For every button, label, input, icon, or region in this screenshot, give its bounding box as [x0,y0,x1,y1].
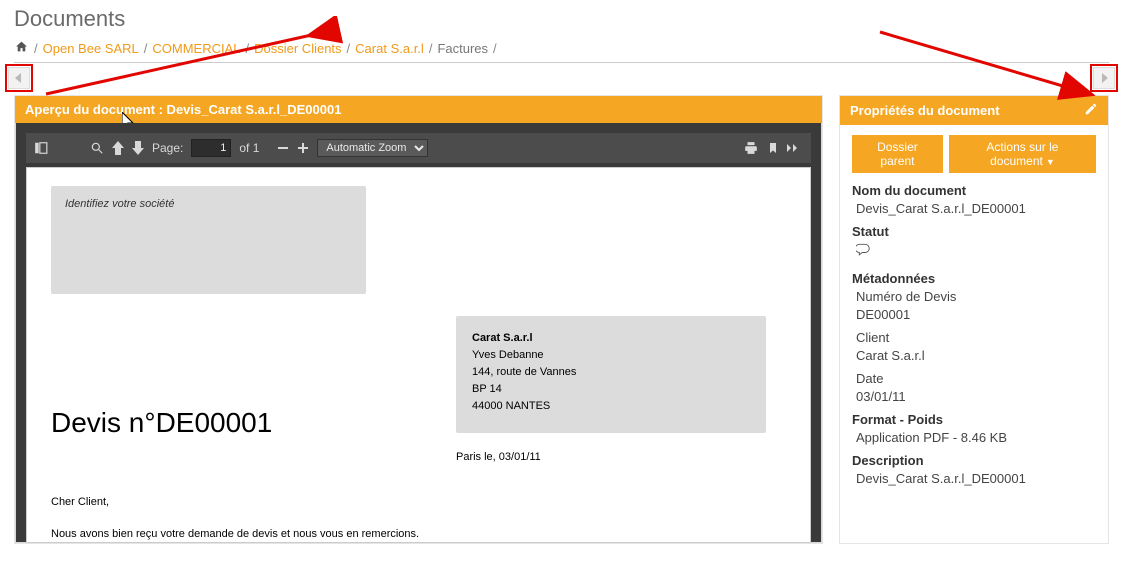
prop-label-sub: Numéro de Devis [856,289,1096,304]
page-down-icon[interactable] [132,141,144,155]
prop-value-format: Application PDF - 8.46 KB [856,430,1096,445]
prev-document-button[interactable] [8,67,30,89]
pdf-toolbar: Page: of 1 Automatic Zoom [26,133,811,163]
doc-ident-box: Identifiez votre société [51,186,366,294]
edit-icon[interactable] [1084,102,1098,119]
page-number-input[interactable] [191,139,231,157]
page-up-icon[interactable] [112,141,124,155]
pdf-page-area[interactable]: Identifiez votre société Carat S.a.r.l Y… [26,167,811,543]
doc-title: Devis n°DE00001 [51,407,786,439]
crumb-link[interactable]: COMMERCIAL [152,41,240,56]
page-title: Documents [0,0,1123,40]
comment-icon[interactable] [856,242,872,259]
zoom-in-icon[interactable] [297,142,309,154]
crumb-link[interactable]: Dossier Clients [254,41,341,56]
crumb-link[interactable]: Open Bee SARL [43,41,139,56]
prop-value-client: Carat S.a.r.l [856,348,1096,363]
doc-paragraph: Nous avons bien reçu votre demande de de… [51,527,786,543]
parent-folder-button[interactable]: Dossier parent [852,135,943,173]
prop-label-sub: Date [856,371,1096,386]
print-icon[interactable] [743,141,759,155]
prop-value-quote-no: DE00001 [856,307,1096,322]
search-icon[interactable] [90,141,104,155]
home-icon[interactable] [14,40,29,56]
doc-city-date: Paris le, 03/01/11 [456,451,786,463]
crumb-link[interactable]: Carat S.a.r.l [355,41,424,56]
crumb-current: Factures [437,41,488,56]
prop-label: Nom du document [852,183,1096,198]
preview-header: Aperçu du document : Devis_Carat S.a.r.l… [15,96,822,123]
prop-label: Format - Poids [852,412,1096,427]
zoom-select[interactable]: Automatic Zoom [317,139,428,157]
prop-label: Métadonnées [852,271,1096,286]
next-document-button[interactable] [1093,67,1115,89]
prop-label: Statut [852,224,1096,239]
sidebar-toggle-icon[interactable] [34,141,48,155]
zoom-out-icon[interactable] [277,142,289,154]
tools-menu-icon[interactable] [787,142,803,154]
prop-value-desc: Devis_Carat S.a.r.l_DE00001 [856,471,1096,486]
doc-greeting: Cher Client, [51,495,786,511]
document-actions-button[interactable]: Actions sur le document▼ [949,135,1096,173]
properties-header: Propriétés du document [840,96,1108,125]
prop-value-date: 03/01/11 [856,389,1096,404]
page-label: Page: [152,141,183,155]
prop-label: Description [852,453,1096,468]
bookmark-icon[interactable] [767,141,779,155]
prop-label-sub: Client [856,330,1096,345]
prop-value-doc-name: Devis_Carat S.a.r.l_DE00001 [856,201,1096,216]
breadcrumb: / Open Bee SARL/ COMMERCIAL/ Dossier Cli… [0,40,1123,62]
page-of-label: of 1 [239,141,259,155]
